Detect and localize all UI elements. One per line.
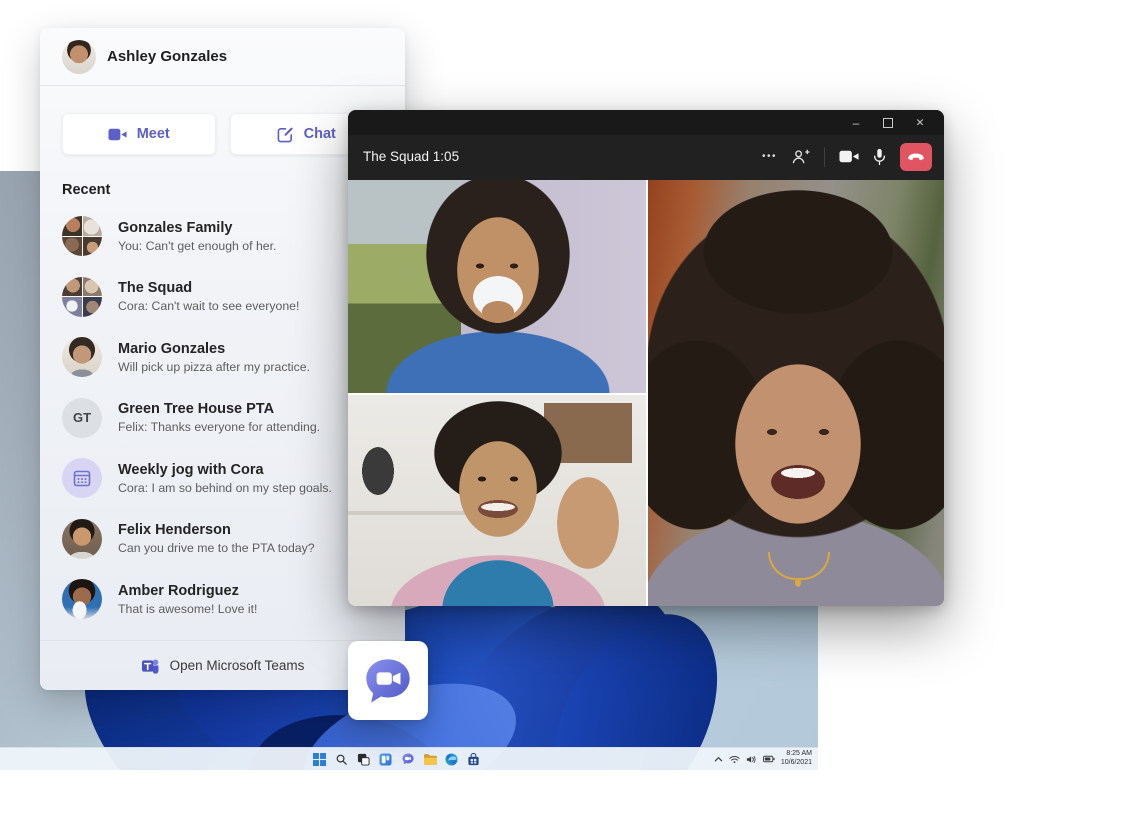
call-title-bar: The Squad 1:05 ••• — [348, 135, 944, 180]
group-avatar — [62, 277, 102, 317]
teams-chat-bubble-icon — [362, 655, 414, 707]
conversation-text: Green Tree House PTA Felix: Thanks every… — [118, 401, 320, 434]
taskbar: 8:25 AM 10/6/2021 — [0, 747, 818, 770]
flyout-header: Ashley Gonzales — [40, 28, 405, 86]
file-explorer-icon[interactable] — [422, 752, 437, 767]
conversation-preview: Cora: I am so behind on my step goals. — [118, 481, 332, 495]
avatar — [62, 337, 102, 377]
edge-icon[interactable] — [444, 752, 459, 767]
toolbar-divider — [824, 147, 825, 167]
conversation-text: Felix Henderson Can you drive me to the … — [118, 522, 315, 555]
necklace-detail — [768, 552, 830, 580]
taskbar-clock[interactable]: 8:25 AM 10/6/2021 — [781, 750, 812, 768]
avatar — [62, 519, 102, 559]
conversation-preview: Will pick up pizza after my practice. — [118, 360, 310, 374]
battery-icon[interactable] — [763, 755, 775, 763]
clock-date: 10/6/2021 — [781, 759, 812, 768]
chat-launcher-button[interactable] — [348, 641, 428, 720]
maximize-icon — [883, 118, 893, 128]
teams-logo-icon — [141, 657, 160, 675]
taskbar-icons — [312, 748, 481, 770]
microphone-toggle-button[interactable] — [873, 148, 886, 166]
maximize-button[interactable] — [872, 110, 904, 135]
user-name: Ashley Gonzales — [107, 48, 227, 65]
camera-icon — [839, 149, 859, 164]
compose-icon — [277, 126, 294, 143]
start-button-icon[interactable] — [312, 752, 327, 767]
chat-icon[interactable] — [400, 752, 415, 767]
conversation-name: Gonzales Family — [118, 220, 276, 236]
conversation-text: Gonzales Family You: Can't get enough of… — [118, 220, 276, 253]
widgets-icon[interactable] — [378, 752, 393, 767]
calendar-icon — [72, 468, 92, 488]
video-grid — [348, 180, 944, 606]
task-view-icon[interactable] — [356, 752, 371, 767]
avatar — [62, 579, 102, 619]
window-controls: – ✕ — [348, 110, 944, 135]
conversation-name: Mario Gonzales — [118, 341, 310, 357]
meet-button-label: Meet — [137, 126, 170, 142]
hero-composition: 8:25 AM 10/6/2021 Ashley Gonzales Meet C… — [0, 0, 1132, 816]
close-icon: ✕ — [916, 117, 925, 129]
open-teams-label: Open Microsoft Teams — [170, 658, 305, 673]
meet-button[interactable]: Meet — [62, 113, 216, 155]
call-window: – ✕ The Squad 1:05 ••• — [348, 110, 944, 606]
close-button[interactable]: ✕ — [904, 110, 936, 135]
initials-avatar: GT — [62, 398, 102, 438]
video-camera-icon — [108, 127, 127, 142]
more-options-button[interactable]: ••• — [762, 151, 777, 162]
conversation-text: The Squad Cora: Can't wait to see everyo… — [118, 280, 299, 313]
participant-video-2 — [348, 395, 646, 606]
avatar-initials: GT — [73, 410, 91, 425]
conversation-preview: You: Can't get enough of her. — [118, 239, 276, 253]
chat-button-label: Chat — [304, 126, 336, 142]
hang-up-button[interactable] — [900, 143, 932, 171]
clock-time: 8:25 AM — [781, 750, 812, 759]
minimize-button[interactable]: – — [840, 110, 872, 135]
hang-up-icon — [907, 152, 925, 162]
conversation-text: Amber Rodriguez That is awesome! Love it… — [118, 583, 257, 616]
conversation-text: Weekly jog with Cora Cora: I am so behin… — [118, 462, 332, 495]
conversation-name: Green Tree House PTA — [118, 401, 320, 417]
microphone-icon — [873, 148, 886, 166]
person-add-icon — [791, 148, 810, 165]
conversation-name: The Squad — [118, 280, 299, 296]
conversation-preview: Felix: Thanks everyone for attending. — [118, 420, 320, 434]
wifi-icon[interactable] — [729, 755, 740, 764]
volume-icon[interactable] — [746, 755, 757, 764]
system-tray[interactable]: 8:25 AM 10/6/2021 — [714, 748, 812, 770]
participant-video-3 — [648, 180, 944, 606]
minimize-icon: – — [853, 116, 860, 130]
participant-video-1 — [348, 180, 646, 393]
call-title: The Squad 1:05 — [363, 149, 459, 164]
calendar-avatar — [62, 458, 102, 498]
search-icon[interactable] — [334, 752, 349, 767]
camera-toggle-button[interactable] — [839, 149, 859, 164]
conversation-preview: That is awesome! Love it! — [118, 602, 257, 616]
user-avatar[interactable] — [62, 40, 96, 74]
chevron-up-icon[interactable] — [714, 756, 723, 763]
group-avatar — [62, 216, 102, 256]
store-icon[interactable] — [466, 752, 481, 767]
conversation-text: Mario Gonzales Will pick up pizza after … — [118, 341, 310, 374]
conversation-name: Felix Henderson — [118, 522, 315, 538]
conversation-name: Weekly jog with Cora — [118, 462, 332, 478]
add-participant-button[interactable] — [791, 148, 810, 165]
conversation-preview: Cora: Can't wait to see everyone! — [118, 299, 299, 313]
conversation-name: Amber Rodriguez — [118, 583, 257, 599]
ellipsis-icon: ••• — [762, 151, 777, 162]
conversation-preview: Can you drive me to the PTA today? — [118, 541, 315, 555]
